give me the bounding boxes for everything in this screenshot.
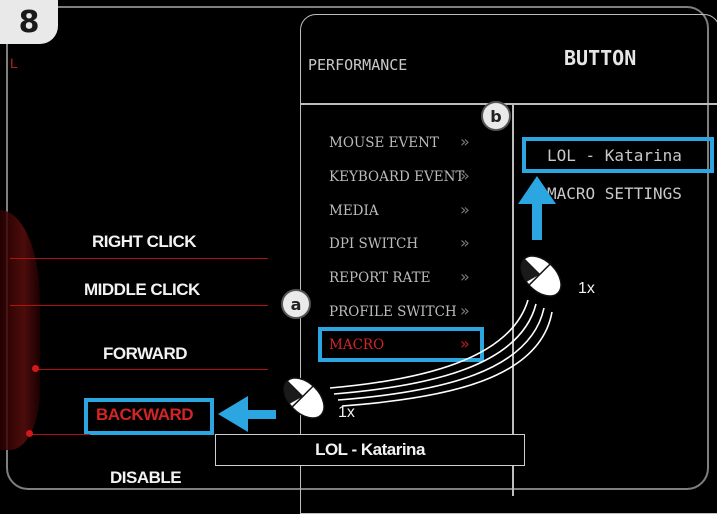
arrow-up-icon [518, 176, 556, 240]
arrow-left-icon [218, 396, 276, 432]
click-count-macro: 1x [338, 404, 355, 421]
step-number: 8 [18, 4, 40, 40]
click-count-submenu: 1x [578, 280, 595, 297]
motion-lines [329, 299, 553, 407]
step-number-badge: 8 [0, 0, 58, 44]
mouse-click-icon [520, 255, 562, 297]
annotation-overlay [218, 176, 562, 432]
mouse-click-icon [283, 377, 325, 419]
